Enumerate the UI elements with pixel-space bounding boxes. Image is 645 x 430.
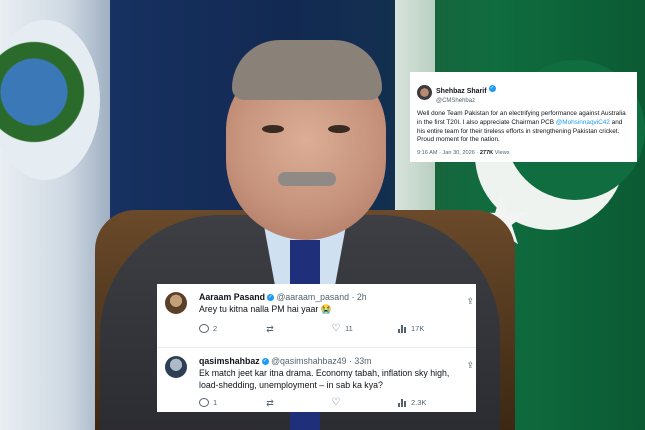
reply-text: Ek match jeet kar itna drama. Economy ta… [199,368,450,390]
left-eye [262,125,284,133]
verified-badge-icon: ✓ [267,294,275,302]
reply-icon [199,397,209,408]
retweet-icon: ⇄ [266,323,274,334]
reply-author-handle[interactable]: @qasimshahbaz49 [271,356,346,366]
reply-button[interactable]: 2 [199,323,265,334]
post-meta: 9:16 AM · Jan 30, 2026 · 277K Views [417,150,630,156]
reply-author-name[interactable]: qasimshahbaz [199,356,260,366]
mustache [278,172,336,186]
like-button[interactable]: ♡ 11 [331,322,397,334]
retweet-icon: ⇄ [266,397,274,408]
left-flag [0,0,110,430]
post-text: Well done Team Pakistan for an electrify… [417,110,630,145]
hair [232,40,382,100]
verified-badge-icon: ✓ [488,85,496,93]
avatar[interactable] [417,85,432,101]
views-icon [397,324,407,334]
views-label: Views [493,149,510,156]
reply-item[interactable]: qasimshahbaz ✓ @qasimshahbaz49 · 33m Ek m… [157,347,476,412]
author-name[interactable]: Shehbaz Sharif [436,88,487,95]
reply-age[interactable]: 33m [354,356,371,366]
reply-icon [199,323,209,334]
like-count: 11 [345,324,353,334]
views-count: 277K [479,149,494,156]
like-icon: ♡ [331,396,341,408]
reply-text: Arey tu kitna nalla PM hai yaar 😭 [199,304,332,314]
retweet-button[interactable]: ⇄ [265,324,331,334]
reply-button[interactable]: 1 [199,397,265,408]
like-button[interactable]: ♡ [331,396,397,408]
views-count: 2.3K [411,398,427,408]
views-icon [397,398,407,408]
share-icon[interactable]: ⇪ [466,360,474,371]
avatar[interactable] [165,356,187,378]
share-icon[interactable]: ⇪ [466,296,474,307]
reply-count: 1 [213,398,218,408]
replies-card: Aaraam Pasand ✓ @aaraam_pasand · 2h Arey … [157,284,476,412]
like-icon: ♡ [331,322,341,334]
retweet-button[interactable]: ⇄ [265,398,331,408]
post-timestamp[interactable]: 9:16 AM · Jan 30, 2026 · [417,150,480,156]
avatar[interactable] [165,292,187,314]
author-handle[interactable]: @CMShehbaz [436,98,496,105]
reply-age[interactable]: 2h [357,292,367,302]
reply-header: qasimshahbaz ✓ @qasimshahbaz49 · 33m [199,356,372,366]
original-post-card[interactable]: Shehbaz Sharif ✓ @CMShehbaz Well done Tea… [410,72,637,162]
reply-author-handle[interactable]: @aaraam_pasand [276,292,349,302]
reply-header: Aaraam Pasand ✓ @aaraam_pasand · 2h [199,292,367,302]
reply-actions: 1 ⇄ ♡ 2.3K [199,396,466,408]
post-header: Shehbaz Sharif ✓ @CMShehbaz [417,80,630,105]
right-eye [328,125,350,133]
mention-link[interactable]: @MohsinnaqviC42 [556,119,610,126]
reply-actions: 2 ⇄ ♡ 11 17K [199,322,466,334]
reply-count: 2 [213,324,218,334]
views-button[interactable]: 17K [397,324,463,334]
reply-item[interactable]: Aaraam Pasand ✓ @aaraam_pasand · 2h Arey … [157,284,476,347]
views-button[interactable]: 2.3K [397,398,463,408]
verified-badge-icon: ✓ [261,358,269,366]
emblem-icon [0,20,100,180]
reply-author-name[interactable]: Aaraam Pasand [199,292,265,302]
views-count: 17K [411,324,425,334]
